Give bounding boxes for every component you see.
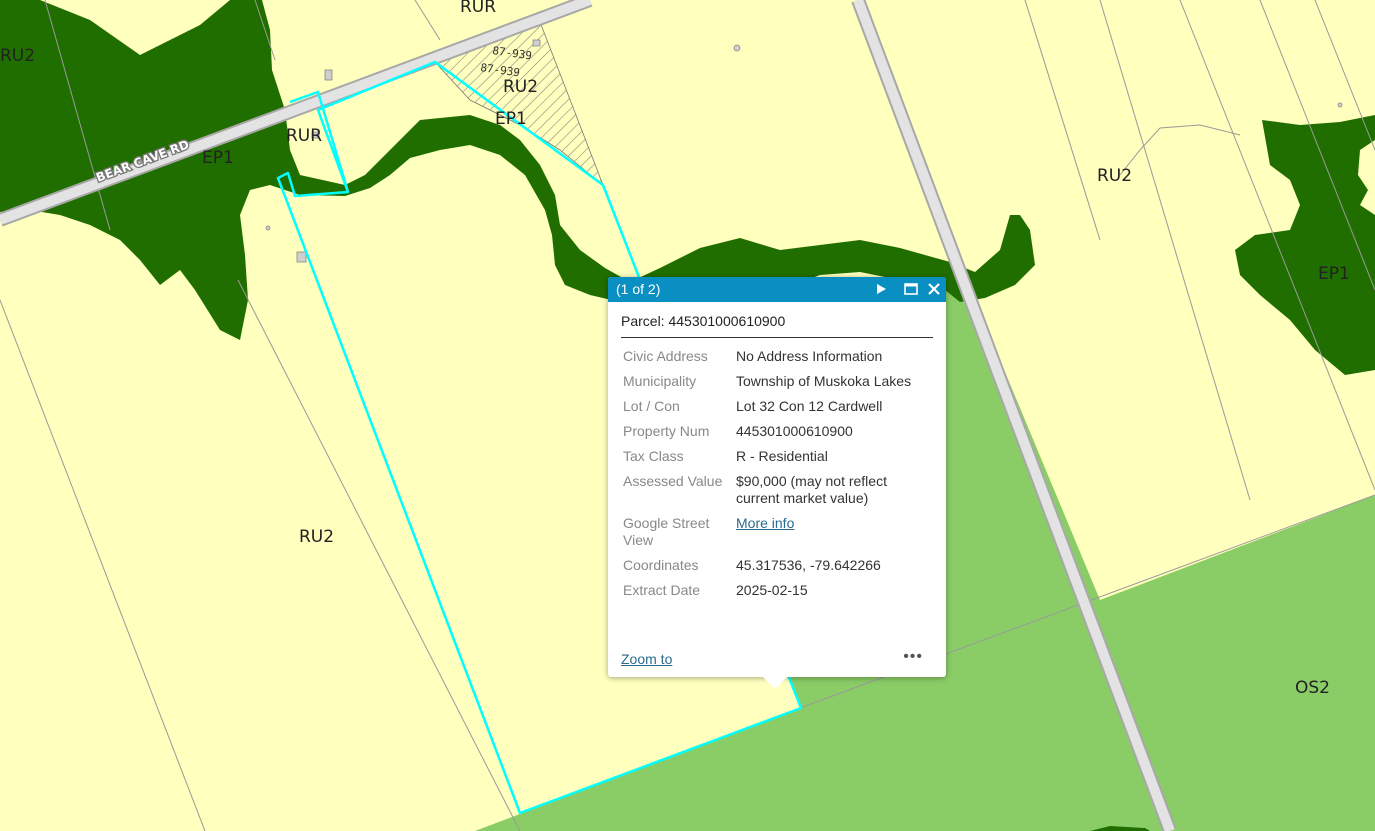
- attribute-key: Extract Date: [623, 582, 701, 598]
- maximize-icon[interactable]: [902, 280, 920, 298]
- zone-label: RUR: [460, 0, 496, 17]
- attribute-key: Assessed Value: [623, 473, 723, 489]
- zone-label: EP1: [202, 148, 234, 168]
- popup-pointer: [763, 677, 787, 689]
- attribute-key: Tax Class: [623, 448, 684, 464]
- attribute-row: Extract Date 2025-02-15: [621, 578, 933, 603]
- attribute-row: Coordinates 45.317536, -79.642266: [621, 553, 933, 578]
- zone-label: RU2: [1097, 166, 1132, 186]
- parcel-title: Parcel: 445301000610900: [621, 310, 933, 338]
- zone-label: RUR: [286, 126, 322, 146]
- parcel-popup: (1 of 2) Parcel: 445301000610900 Civic A…: [608, 277, 946, 689]
- zone-label: RU2: [299, 527, 334, 547]
- street-view-link[interactable]: More info: [736, 515, 794, 531]
- attribute-value: 45.317536, -79.642266: [736, 557, 881, 573]
- more-options-icon[interactable]: •••: [903, 649, 923, 665]
- attribute-row: Civic Address No Address Information: [621, 344, 933, 369]
- attribute-value: Lot 32 Con 12 Cardwell: [736, 398, 883, 414]
- attribute-row: Assessed Value $90,000 (may not reflect …: [621, 469, 933, 511]
- zone-label: OS2: [1295, 678, 1330, 698]
- zone-label: RU2: [0, 46, 35, 66]
- attribute-value: R - Residential: [736, 448, 828, 464]
- attribute-key: Coordinates: [623, 557, 699, 573]
- attribute-value: 445301000610900: [736, 423, 853, 439]
- attribute-value: 2025-02-15: [736, 582, 808, 598]
- zone-label: EP1: [1318, 264, 1350, 284]
- attribute-row: Property Num 445301000610900: [621, 419, 933, 444]
- popup-body: Parcel: 445301000610900 Civic Address No…: [608, 302, 946, 603]
- attribute-key: Municipality: [623, 373, 697, 389]
- attribute-row: Tax Class R - Residential: [621, 444, 933, 469]
- attribute-value-cell: More info: [734, 511, 933, 553]
- popup-footer: Zoom to •••: [621, 649, 933, 671]
- play-icon[interactable]: [872, 280, 890, 298]
- zone-label: RU2: [503, 77, 538, 97]
- attribute-key: Civic Address: [623, 348, 708, 364]
- attribute-key: Google Street View: [623, 515, 710, 548]
- zone-label: EP1: [495, 109, 527, 129]
- attribute-key: Property Num: [623, 423, 710, 439]
- attribute-value: Township of Muskoka Lakes: [736, 373, 912, 389]
- attribute-value: No Address Information: [736, 348, 883, 364]
- popup-header: (1 of 2): [608, 277, 946, 302]
- attribute-row: Municipality Township of Muskoka Lakes: [621, 369, 933, 394]
- close-icon[interactable]: [925, 280, 943, 298]
- attribute-value: $90,000 (may not reflect current market …: [736, 473, 887, 506]
- popup-pagination: (1 of 2): [616, 281, 661, 297]
- attribute-row: Lot / Con Lot 32 Con 12 Cardwell: [621, 394, 933, 419]
- attribute-row: Google Street View More info: [621, 511, 933, 553]
- zoom-to-link[interactable]: Zoom to: [621, 651, 672, 667]
- attribute-table: Civic Address No Address Information Mun…: [621, 344, 933, 603]
- attribute-key: Lot / Con: [623, 398, 680, 414]
